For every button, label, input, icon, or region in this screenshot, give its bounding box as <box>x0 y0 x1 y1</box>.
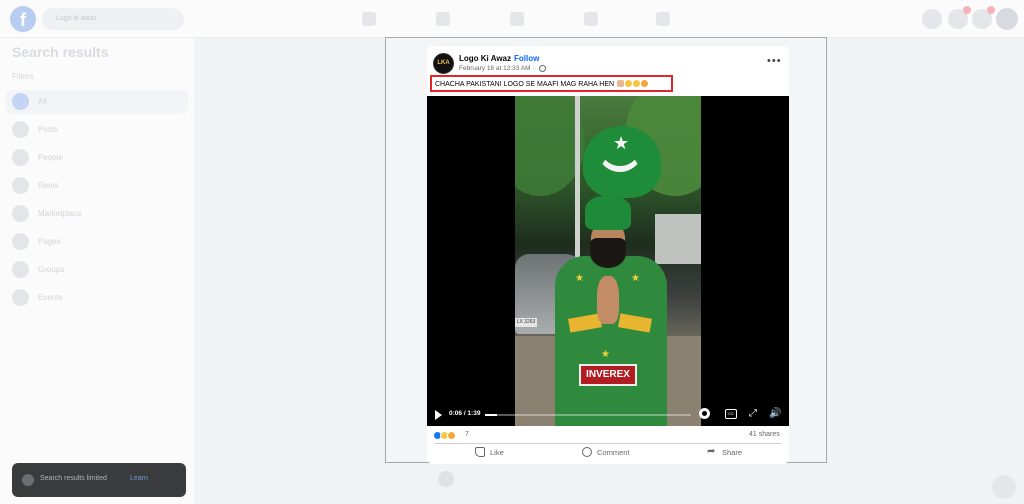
follow-button[interactable]: Follow <box>514 54 539 63</box>
sidebar-item-label: People <box>38 153 63 162</box>
street-pole <box>575 96 580 276</box>
banner-text: Search results limited <box>40 475 107 482</box>
sidebar-item-people[interactable]: People <box>6 146 188 170</box>
search-input[interactable]: Logo ki awaz <box>42 8 184 30</box>
sidebar-item-label: Marketplace <box>38 209 82 218</box>
help-icon[interactable] <box>992 475 1016 499</box>
like-label: Like <box>490 448 504 457</box>
faded-comment-bar <box>432 470 788 490</box>
messenger-badge <box>963 6 971 14</box>
sidebar-item-label: Reels <box>38 181 59 190</box>
video-player[interactable]: LX 3263 ★ ★ ★ INVEREX ★ 0:06 / 1:39 CC ⤢… <box>427 96 789 426</box>
reels-icon <box>12 177 29 194</box>
post-timestamp[interactable]: February 16 at 12:33 AM · <box>459 65 535 72</box>
sidebar-item-reels[interactable]: Reels <box>6 174 188 198</box>
expand-icon[interactable]: ⤢ <box>749 408 760 419</box>
caption-text: CHACHA PAKISTANI LOGO SE MAAFI MAG RAHA … <box>435 81 615 88</box>
facebook-logo-icon[interactable]: f <box>10 6 36 32</box>
laughing-face-icon <box>641 80 649 87</box>
caption-highlight-box: CHACHA PAKISTANI LOGO SE MAAFI MAG RAHA … <box>430 75 673 92</box>
sidebar-item-label: All <box>38 97 47 106</box>
play-icon[interactable] <box>435 410 442 420</box>
home-nav-icon[interactable] <box>362 12 376 26</box>
building <box>655 214 701 264</box>
sidebar-item-all[interactable]: All <box>6 90 188 114</box>
sidebar-item-events[interactable]: Events <box>6 286 188 310</box>
comment-bubble-icon <box>582 447 592 457</box>
comment-input[interactable] <box>460 471 782 488</box>
video-progress-fill <box>485 414 498 416</box>
post-card: LKA Logo Ki Awaz · Follow February 16 at… <box>427 46 789 464</box>
marketplace-icon <box>12 205 29 222</box>
groups-nav-icon[interactable] <box>584 12 598 26</box>
jersey-logo: INVEREX <box>579 364 637 386</box>
gear-icon[interactable] <box>699 408 710 419</box>
sidebar-item-pages[interactable]: Pages <box>6 230 188 254</box>
groups-icon <box>12 261 29 278</box>
sad-face-icon <box>633 80 641 87</box>
sidebar-title: Search results <box>12 44 109 60</box>
notifications-badge <box>987 6 995 14</box>
people-icon <box>12 149 29 166</box>
events-icon <box>12 289 29 306</box>
video-progress-bar[interactable] <box>485 414 691 416</box>
more-icon[interactable]: ••• <box>767 55 782 67</box>
profile-avatar[interactable] <box>996 8 1018 30</box>
sidebar-item-marketplace[interactable]: Marketplace <box>6 202 188 226</box>
care-reaction-icon <box>447 431 456 440</box>
person-beard <box>590 238 626 268</box>
separator: · <box>509 54 512 63</box>
post-caption: CHACHA PAKISTANI LOGO SE MAAFI MAG RAHA … <box>435 80 649 88</box>
folded-hands <box>597 276 619 324</box>
banner-learn-link[interactable]: Learn <box>130 475 148 482</box>
page-name[interactable]: Logo Ki Awaz <box>459 54 511 63</box>
comment-label: Comment <box>597 448 630 457</box>
star-icon: ★ <box>631 273 640 284</box>
video-controls: 0:06 / 1:39 CC ⤢ 🔊 <box>427 404 789 426</box>
search-sidebar: Search results Filters All Posts People … <box>0 38 194 504</box>
filters-label: Filters <box>12 72 34 81</box>
license-plate: LX 3263 <box>515 318 537 327</box>
divider <box>435 443 781 444</box>
search-limited-banner: Search results limited Learn <box>12 463 186 497</box>
reaction-count[interactable]: 7 <box>465 431 469 438</box>
star-icon: ★ <box>613 133 630 153</box>
commenter-avatar <box>438 471 454 487</box>
share-arrow-icon: ➦ <box>707 446 716 457</box>
green-turban <box>585 196 631 230</box>
thumbs-up-icon <box>475 447 485 457</box>
video-frame: LX 3263 ★ ★ ★ INVEREX ★ <box>515 96 701 426</box>
info-icon <box>22 474 34 486</box>
share-label: Share <box>722 448 743 457</box>
all-icon <box>12 93 29 110</box>
video-time: 0:06 / 1:39 <box>449 410 481 417</box>
sidebar-item-label: Events <box>38 293 63 302</box>
posts-icon <box>12 121 29 138</box>
menu-grid-icon[interactable] <box>922 9 942 29</box>
pages-icon <box>12 233 29 250</box>
marketplace-nav-icon[interactable] <box>510 12 524 26</box>
star-icon: ★ <box>575 273 584 284</box>
page-avatar[interactable]: LKA <box>433 53 454 74</box>
globe-icon <box>539 65 546 72</box>
praying-hands-icon <box>617 80 625 87</box>
sidebar-item-label: Posts <box>38 125 59 134</box>
video-nav-icon[interactable] <box>436 12 450 26</box>
sad-face-icon <box>625 80 633 87</box>
star-icon: ★ <box>601 349 610 360</box>
cc-icon[interactable]: CC <box>725 409 737 419</box>
notifications-icon[interactable] <box>972 6 995 29</box>
sidebar-item-posts[interactable]: Posts <box>6 118 188 142</box>
volume-icon[interactable]: 🔊 <box>769 408 781 419</box>
top-navigation-bar: f Logo ki awaz <box>0 0 1024 38</box>
sidebar-item-label: Groups <box>38 265 65 274</box>
sidebar-item-groups[interactable]: Groups <box>6 258 188 282</box>
gaming-nav-icon[interactable] <box>656 12 670 26</box>
share-count[interactable]: 41 shares <box>749 431 780 438</box>
messenger-icon[interactable] <box>948 6 971 29</box>
sidebar-item-label: Pages <box>38 237 61 246</box>
